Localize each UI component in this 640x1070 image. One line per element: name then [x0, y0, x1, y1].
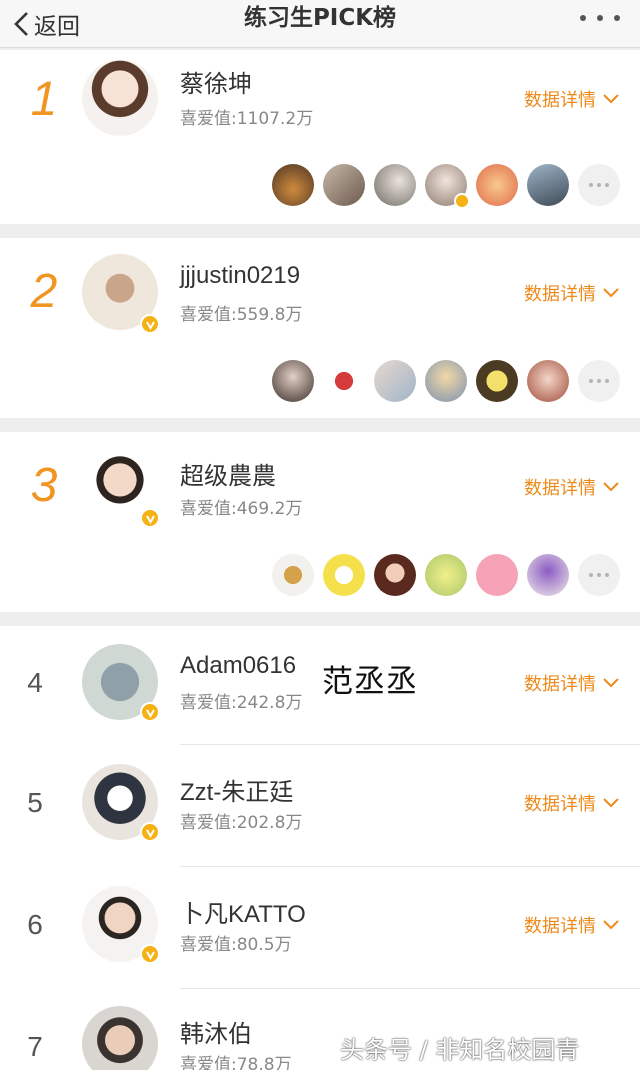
like-score: 喜爱值:1107.2万	[180, 109, 314, 129]
fan-avatar[interactable]	[476, 360, 518, 402]
rank-card-2: 2 jjjustin0219 喜爱值:559.8万 数据详情	[0, 238, 640, 418]
like-score: 喜爱值:559.8万	[180, 305, 303, 325]
fan-avatar[interactable]	[425, 360, 467, 402]
nav-bar: 返回 练习生PICK榜	[0, 0, 640, 48]
data-detail-label: 数据详情	[524, 284, 596, 305]
fan-avatar[interactable]	[527, 360, 569, 402]
data-detail-label: 数据详情	[524, 478, 596, 499]
verified-badge-icon	[140, 314, 160, 334]
user-name[interactable]: Zzt-朱正廷	[180, 772, 293, 807]
rank-number: 5	[27, 787, 43, 818]
fan-avatar[interactable]	[425, 164, 470, 209]
data-detail-link[interactable]: 数据详情	[524, 670, 620, 696]
verified-badge-icon	[140, 822, 160, 842]
chevron-down-icon	[603, 94, 619, 104]
user-name[interactable]: jjjustin0219	[180, 262, 300, 290]
rank-number: 6	[27, 909, 43, 940]
user-name[interactable]: Adam0616	[180, 652, 296, 680]
data-detail-label: 数据详情	[524, 90, 596, 111]
data-detail-label: 数据详情	[524, 674, 596, 695]
rank-number: 2	[30, 265, 58, 318]
fan-avatar[interactable]	[272, 164, 314, 206]
rank-number: 1	[30, 73, 58, 126]
more-fans-button[interactable]	[578, 164, 620, 206]
avatar[interactable]	[82, 60, 158, 136]
fan-avatar[interactable]	[476, 554, 518, 596]
verified-badge-icon	[140, 944, 160, 964]
fan-avatar[interactable]	[272, 360, 314, 402]
like-score: 喜爱值:469.2万	[180, 499, 303, 519]
divider	[180, 744, 640, 745]
supporter-avatars	[272, 554, 620, 596]
fan-avatar[interactable]	[323, 164, 365, 206]
data-detail-link[interactable]: 数据详情	[524, 474, 620, 500]
fan-avatar[interactable]	[323, 360, 365, 402]
user-name[interactable]: 蔡徐坤	[180, 64, 252, 99]
data-detail-label: 数据详情	[524, 794, 596, 815]
rank-card-1: 1 蔡徐坤 喜爱值:1107.2万 数据详情	[0, 50, 640, 224]
user-name[interactable]: 韩沐伯	[180, 1014, 252, 1049]
like-score: 喜爱值:202.8万	[180, 813, 303, 833]
chevron-down-icon	[603, 920, 619, 930]
rank-number: 4	[27, 667, 43, 698]
verified-badge-icon	[140, 508, 160, 528]
avatar[interactable]	[82, 1006, 158, 1070]
supporter-avatars	[272, 360, 620, 402]
more-fans-button[interactable]	[578, 554, 620, 596]
more-fans-button[interactable]	[578, 360, 620, 402]
fan-avatar[interactable]	[527, 164, 569, 206]
rank-number: 3	[30, 459, 58, 512]
page-title: 练习生PICK榜	[243, 5, 397, 31]
divider	[180, 988, 640, 989]
like-score: 喜爱值:242.8万	[180, 693, 303, 713]
chevron-down-icon	[603, 798, 619, 808]
fan-avatar[interactable]	[476, 164, 518, 206]
chevron-down-icon	[603, 288, 619, 298]
name-annotation: 范丞丞	[322, 664, 418, 700]
chevron-down-icon	[603, 678, 619, 688]
fan-avatar[interactable]	[374, 554, 416, 596]
like-score: 喜爱值:78.8万	[180, 1055, 292, 1070]
user-name[interactable]: 卜凡KATTO	[180, 894, 306, 929]
watermark: 头条号 / 非知名校园青	[340, 1036, 580, 1064]
data-detail-link[interactable]: 数据详情	[524, 790, 620, 816]
chevron-down-icon	[603, 482, 619, 492]
user-name[interactable]: 超级農農	[180, 456, 276, 491]
rank-card-3: 3 超级農農 喜爱值:469.2万 数据详情	[0, 432, 640, 612]
fan-avatar[interactable]	[323, 554, 365, 596]
divider	[180, 866, 640, 867]
fan-avatar[interactable]	[527, 554, 569, 596]
fan-avatar[interactable]	[374, 360, 416, 402]
fan-avatar[interactable]	[374, 164, 416, 206]
more-options-icon[interactable]	[580, 4, 620, 32]
data-detail-link[interactable]: 数据详情	[524, 912, 620, 938]
fan-avatar[interactable]	[272, 554, 314, 596]
data-detail-link[interactable]: 数据详情	[524, 280, 620, 306]
verified-badge-icon	[454, 193, 470, 209]
data-detail-link[interactable]: 数据详情	[524, 86, 620, 112]
fan-avatar[interactable]	[425, 554, 467, 596]
ranking-list: 4 Adam0616 喜爱值:242.8万 数据详情 5 Zzt-朱正廷 喜爱值…	[0, 626, 640, 1070]
like-score: 喜爱值:80.5万	[180, 935, 292, 955]
verified-badge-icon	[140, 702, 160, 722]
rank-number: 7	[27, 1031, 43, 1062]
data-detail-label: 数据详情	[524, 916, 596, 937]
supporter-avatars	[272, 164, 620, 209]
